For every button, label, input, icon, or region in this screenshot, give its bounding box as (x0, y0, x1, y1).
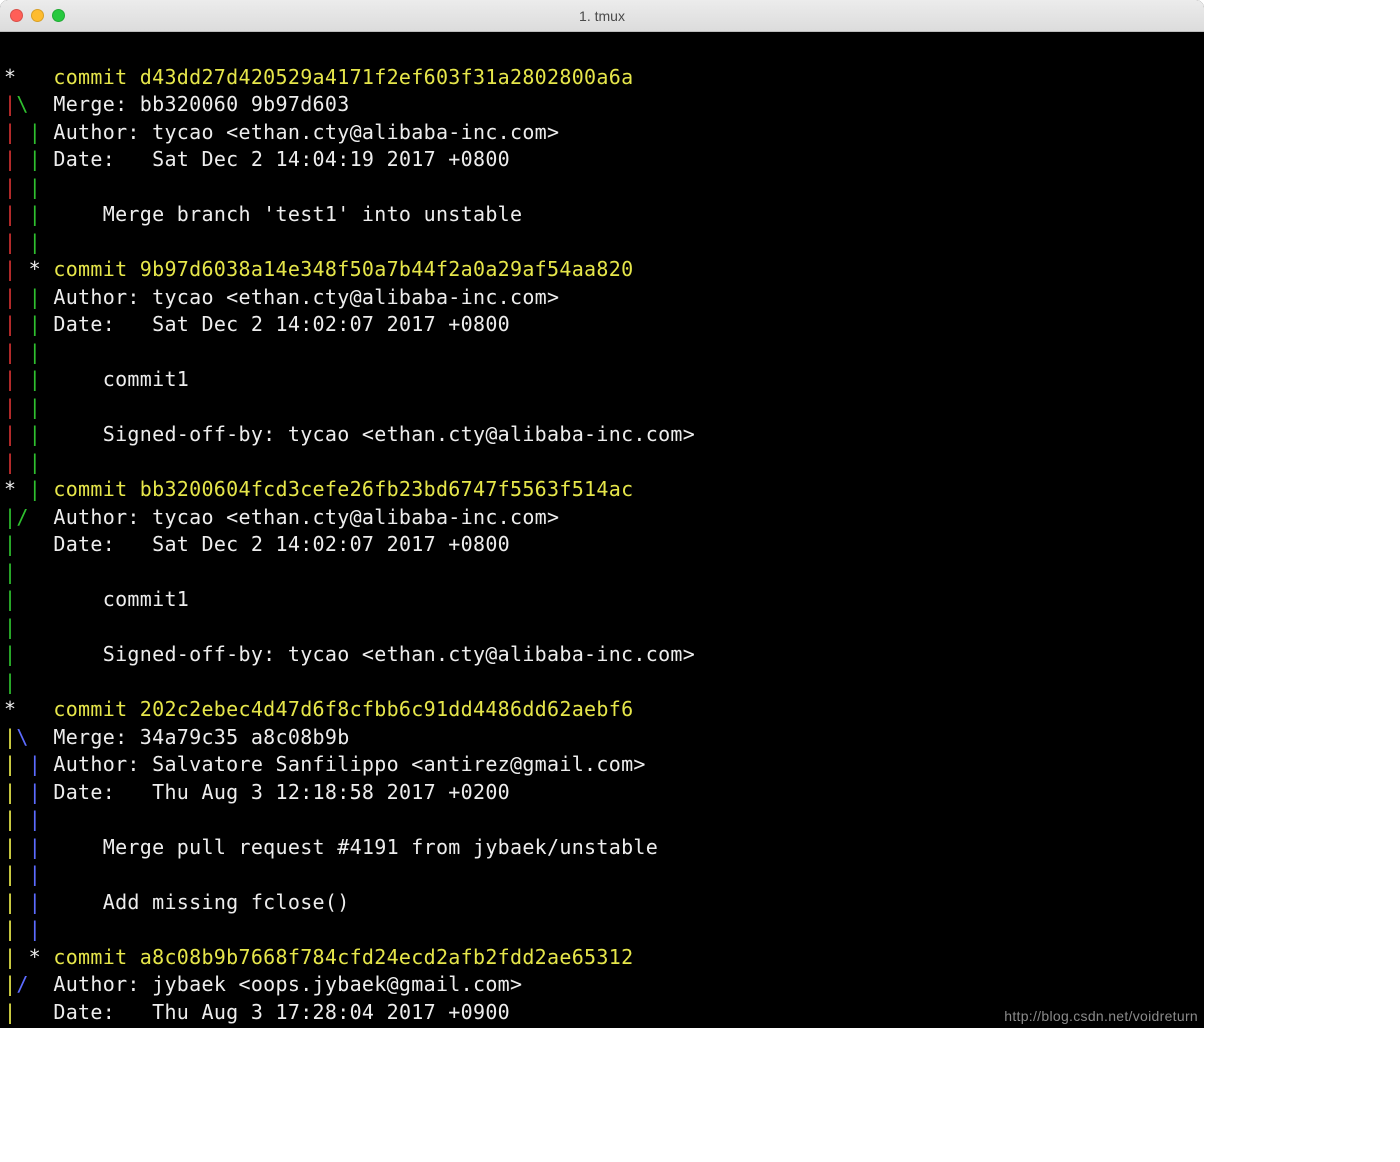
terminal-content[interactable]: * commit d43dd27d420529a4171f2ef603f31a2… (0, 32, 1204, 1028)
titlebar: 1. tmux (0, 0, 1204, 32)
watermark: http://blog.csdn.net/voidreturn (1004, 1008, 1198, 1024)
window-title: 1. tmux (0, 8, 1204, 24)
terminal-window: 1. tmux * commit d43dd27d420529a4171f2ef… (0, 0, 1204, 1028)
